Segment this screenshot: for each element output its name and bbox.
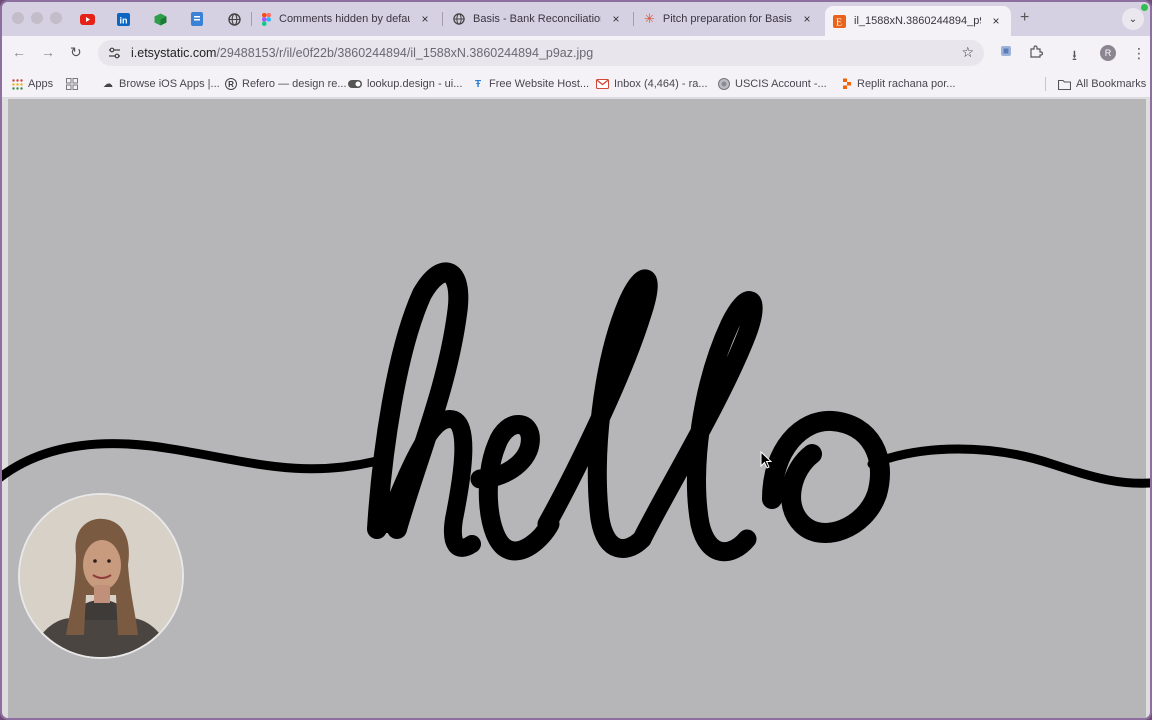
apps-grid-icon [12,78,23,90]
bookmark-label: All Bookmarks [1076,78,1147,90]
youtube-icon [79,13,95,25]
tab-separator [633,12,634,26]
globe-icon [453,13,465,25]
globe-icon [227,12,241,26]
chevron-down-icon: ⌄ [1128,13,1138,25]
bookmark-label: lookup.design - ui... [367,78,463,90]
svg-text:E: E [836,17,842,28]
bookmark-replit[interactable]: Replit rachana por... [842,78,955,90]
tab-title: Basis - Bank Reconciliation [473,13,601,25]
folder-icon [1058,79,1071,90]
tab-title: Pitch preparation for Basis AI [662,13,792,25]
extension-icon[interactable] [1000,45,1012,60]
seal-icon [718,78,730,90]
replit-icon [843,78,851,89]
mouse-cursor-icon [760,451,772,469]
tab-separator [442,12,443,26]
close-window-button[interactable] [12,12,24,24]
pinned-tab-green[interactable] [146,8,174,30]
url-text: i.etsystatic.com/29488153/r/il/e0f22b/38… [131,46,593,60]
host-icon: Ŧ [474,78,482,90]
asterisk-icon: ✳ [644,11,655,26]
address-bar[interactable]: i.etsystatic.com/29488153/r/il/e0f22b/38… [98,40,984,66]
tab-search-button[interactable]: ⌄ [1122,8,1144,30]
bookmark-lookup-design[interactable]: lookup.design - ui... [348,78,462,90]
reload-button[interactable]: ↻ [70,44,82,61]
bookmarks-separator [1045,77,1046,91]
bookmark-label: Refero — design re... [242,78,347,90]
figma-icon [262,12,271,26]
tab-title: Comments hidden by default [279,13,410,25]
tab-close-button[interactable]: × [989,14,1003,28]
bookmark-free-website-host[interactable]: Ŧ Free Website Host... [472,78,589,90]
toolbar: ← → ↻ i.etsystatic.com/29488153/r/il/e0f… [2,36,1150,70]
toggle-icon [348,80,362,88]
profile-avatar[interactable]: R [1100,45,1116,61]
minimize-window-button[interactable] [31,12,43,24]
webcam-overlay [20,495,182,657]
pinned-tab-docs[interactable] [183,8,211,30]
forward-button[interactable]: → [41,44,55,60]
bookmark-label: Browse iOS Apps |... [119,78,220,90]
puzzle-icon[interactable] [1029,45,1044,62]
green-cube-icon [154,13,166,25]
tab-pitch-preparation[interactable]: ✳ Pitch preparation for Basis AI × [636,7,822,31]
etsy-icon: E [833,14,846,28]
linkedin-icon: in [116,12,130,26]
new-tab-button[interactable]: + [1020,9,1029,27]
site-settings-icon[interactable] [108,47,121,59]
bookmark-apps[interactable]: Apps [12,78,53,90]
bookmark-ios-apps[interactable]: ☁ Browse iOS Apps |... [102,78,220,90]
cloud-icon: ☁ [103,78,113,90]
refero-icon: R [225,78,237,90]
url-host: i.etsystatic.com [131,46,217,60]
pinned-tab-youtube[interactable] [73,8,101,30]
tab-etsy-image[interactable]: E il_1588xN.3860244894_p9az.jpg × [825,6,1011,36]
back-button[interactable]: ← [12,44,26,60]
hello-lettering-image [2,262,1150,562]
tab-close-button[interactable]: × [800,12,814,26]
docs-icon [191,12,203,26]
tab-close-button[interactable]: × [609,12,623,26]
bookmark-star-icon[interactable]: ☆ [961,44,974,61]
bookmark-uscis[interactable]: USCIS Account -... [718,78,827,90]
image-viewer [2,99,1150,718]
url-path: /29488153/r/il/e0f22b/3860244894/il_1588… [216,46,594,60]
bookmark-label: USCIS Account -... [735,78,827,90]
browser-window: in Comments hidden by default × Basis - … [0,0,1152,720]
tab-separator [251,12,252,26]
bookmark-refero[interactable]: R Refero — design re... [225,78,347,90]
bookmark-all-bookmarks[interactable]: All Bookmarks [1058,78,1146,90]
bookmark-tab-groups[interactable] [66,78,78,90]
grid-icon [66,78,78,90]
tab-comments[interactable]: Comments hidden by default × [254,7,440,31]
window-controls [12,12,62,24]
bookmark-label: Apps [28,78,54,90]
zoom-window-button[interactable] [50,12,62,24]
presenter-avatar [20,495,182,657]
tab-close-button[interactable]: × [418,12,432,26]
browser-menu-button[interactable]: ⋮ [1132,45,1146,62]
bookmark-label: Replit rachana por... [857,78,956,90]
bookmarks-bar: Apps ☁ Browse iOS Apps |... R Refero — d… [2,70,1150,98]
hello-swash [2,262,1150,562]
bookmark-inbox[interactable]: Inbox (4,464) - ra... [596,78,708,90]
pinned-tab-globe[interactable] [220,8,248,30]
tab-strip: in Comments hidden by default × Basis - … [2,2,1150,36]
pinned-tab-linkedin[interactable]: in [109,8,137,30]
bookmark-label: Free Website Host... [489,78,590,90]
bookmark-label: Inbox (4,464) - ra... [614,78,708,90]
tab-basis-bank[interactable]: Basis - Bank Reconciliation × [445,7,631,31]
gmail-icon [596,79,609,89]
status-dot [1141,4,1148,11]
svg-text:in: in [119,15,127,25]
tab-title: il_1588xN.3860244894_p9az.jpg [854,15,981,27]
download-icon[interactable]: ⭳ [1072,45,1077,69]
